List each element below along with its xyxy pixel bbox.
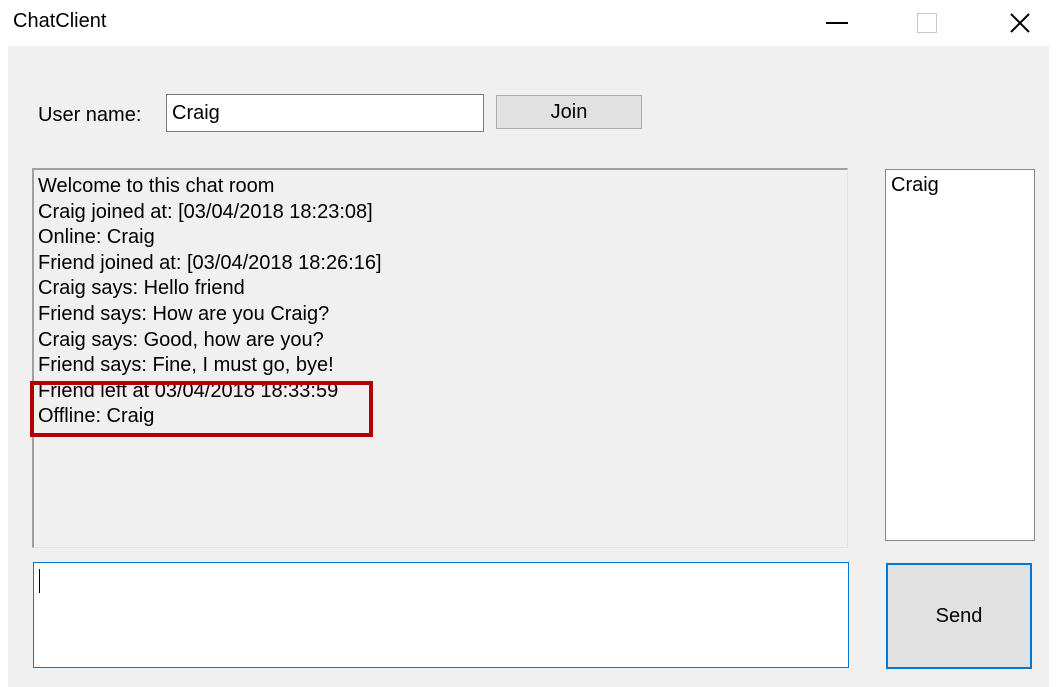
chat-log-line: Welcome to this chat room <box>38 175 275 197</box>
chat-log-line: Craig says: Good, how are you? <box>38 328 324 351</box>
text-caret <box>39 569 40 593</box>
window-title: ChatClient <box>13 10 107 32</box>
online-users-list[interactable]: Craig <box>885 169 1035 541</box>
chat-log[interactable]: Welcome to this chat room Craig joined a… <box>32 168 848 548</box>
maximize-icon <box>917 13 937 33</box>
chat-log-line: Friend joined at: [03/04/2018 18:26:16] <box>38 251 382 274</box>
chat-log-line: Friend says: How are you Craig? <box>38 302 330 325</box>
chat-log-line: Craig says: Hello friend <box>38 277 245 300</box>
highlight-annotation-box <box>30 381 373 437</box>
minimize-button[interactable] <box>807 0 867 46</box>
user-name-input[interactable] <box>166 94 484 132</box>
title-bar: ChatClient <box>0 0 1057 46</box>
user-name-label: User name: <box>38 104 142 126</box>
maximize-button[interactable] <box>897 0 957 46</box>
close-icon <box>1010 13 1030 33</box>
minimize-icon <box>826 22 848 24</box>
send-button[interactable]: Send <box>886 563 1032 669</box>
message-input[interactable] <box>33 562 849 668</box>
window-client-area: User name: Join Welcome to this chat roo… <box>8 46 1049 687</box>
chat-log-line: Friend says: Fine, I must go, bye! <box>38 354 334 377</box>
join-button[interactable]: Join <box>496 95 642 129</box>
online-user-item[interactable]: Craig <box>891 172 1034 198</box>
close-button[interactable] <box>990 0 1050 46</box>
chat-log-line: Craig joined at: [03/04/2018 18:23:08] <box>38 200 373 223</box>
chat-log-line: Online: Craig <box>38 226 155 249</box>
